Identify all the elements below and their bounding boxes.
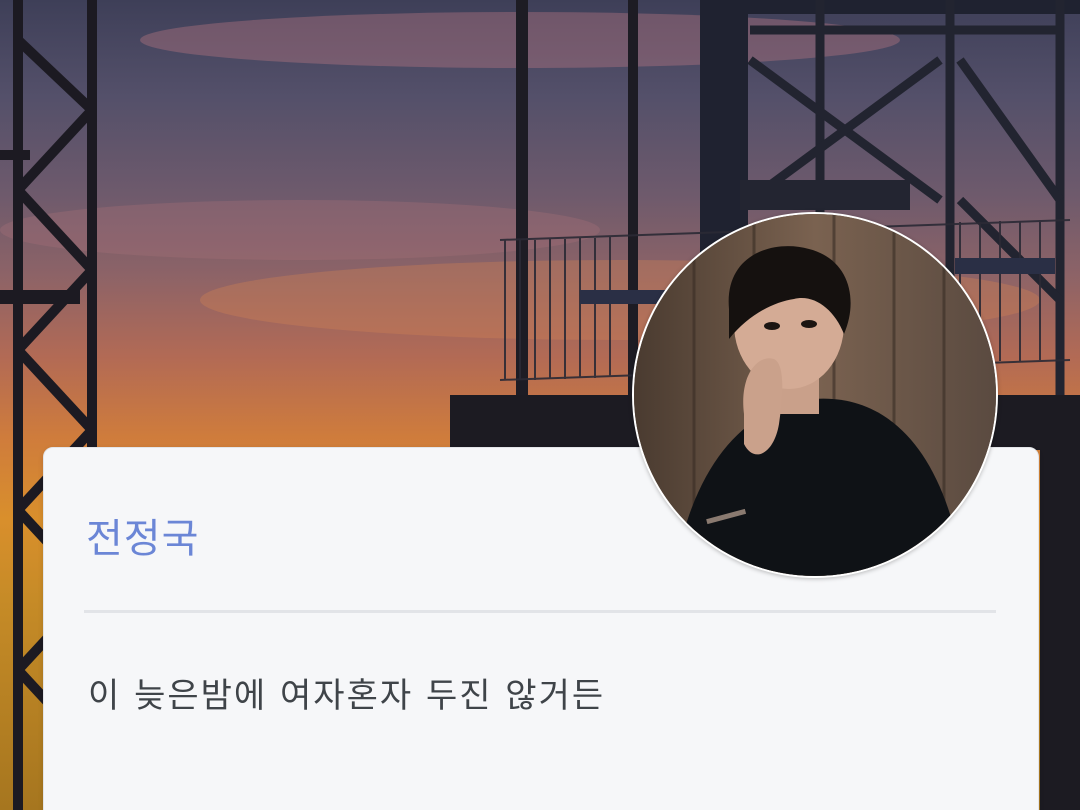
divider <box>84 610 996 613</box>
profile-screen: 전정국 이 늦은밤에 여자혼자 두진 않거든 <box>0 0 1080 810</box>
profile-name: 전정국 <box>86 516 200 562</box>
avatar-photo <box>634 214 996 576</box>
avatar[interactable] <box>632 212 998 578</box>
status-message: 이 늦은밤에 여자혼자 두진 않거든 <box>88 676 606 716</box>
